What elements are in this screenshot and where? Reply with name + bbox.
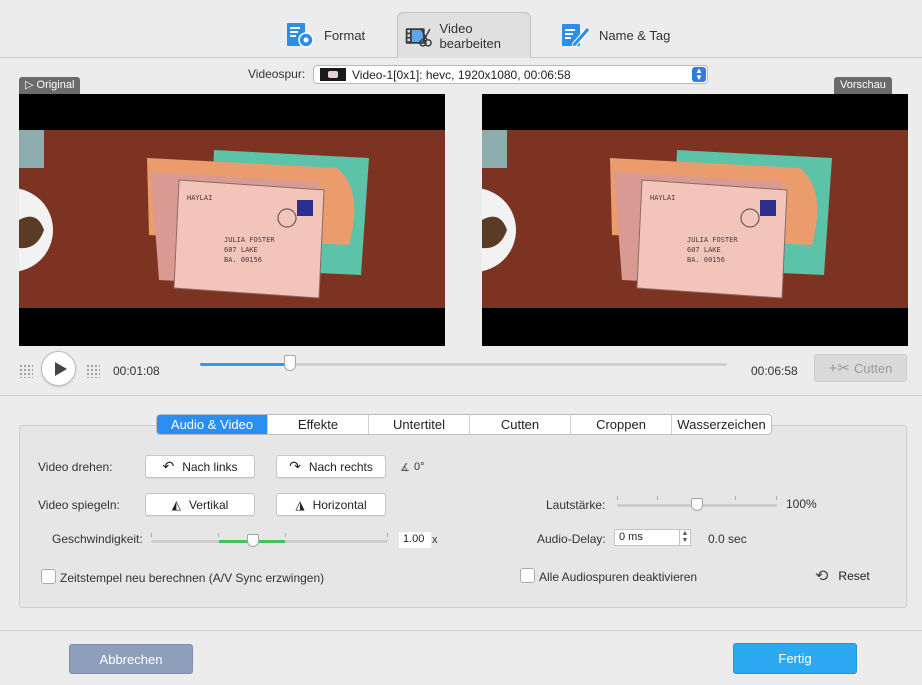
audio-delay-value: 0 ms	[619, 531, 643, 543]
tab-audio-video[interactable]: Audio & Video	[157, 415, 267, 434]
edit-tabs: Audio & Video Effekte Untertitel Cutten …	[156, 414, 772, 435]
svg-text:HAYLAI: HAYLAI	[650, 194, 675, 202]
current-time: 00:01:08	[113, 364, 160, 378]
tab-name-tag-label: Name & Tag	[599, 27, 671, 43]
total-time: 00:06:58	[751, 364, 798, 378]
play-button[interactable]	[41, 351, 76, 386]
done-button[interactable]: Fertig	[733, 643, 857, 674]
video-track-label: Videospur:	[248, 67, 306, 81]
cut-button-label: Cutten	[854, 360, 893, 376]
disable-audio-checkbox[interactable]	[520, 568, 535, 583]
seek-progress	[200, 363, 290, 366]
cut-button[interactable]: +✂ Cutten	[814, 354, 907, 382]
svg-text:JULIA FOSTER: JULIA FOSTER	[687, 236, 738, 244]
svg-text:607 LAKE: 607 LAKE	[687, 246, 721, 254]
rotate-left-icon: ↶	[162, 458, 175, 474]
stepper-icon[interactable]: ▲ ▼	[679, 530, 690, 545]
select-chevron-icon: ▲ ▼	[692, 67, 706, 82]
rotate-right-icon: ↷	[289, 458, 301, 474]
seek-bar[interactable]	[200, 355, 727, 371]
preview-tag: Vorschau	[834, 77, 892, 94]
tab-watermark[interactable]: Wasserzeichen	[671, 415, 771, 434]
tab-name-tag[interactable]: Name & Tag	[553, 12, 676, 58]
divider	[0, 395, 922, 396]
tab-crop[interactable]: Croppen	[570, 415, 671, 434]
speed-tick	[285, 533, 286, 537]
svg-text:BA. 00156: BA. 00156	[224, 256, 262, 264]
rotation-value: 0°	[414, 461, 425, 473]
track-thumbnail	[320, 68, 346, 81]
original-tag: ▷ Original	[19, 77, 81, 94]
volume-tick	[735, 496, 736, 500]
audio-delay-label: Audio-Delay:	[537, 532, 606, 546]
reset-button[interactable]: ⟲ Reset	[815, 566, 870, 586]
mirror-vertical-label: Vertikal	[188, 497, 229, 512]
volume-tick	[617, 496, 618, 500]
tab-video-edit-label: Video bearbeiten	[439, 20, 501, 51]
svg-text:JULIA FOSTER: JULIA FOSTER	[224, 236, 275, 244]
disable-audio-checkbox-label[interactable]: Alle Audiospuren deaktivieren	[539, 570, 697, 584]
cancel-button[interactable]: Abbrechen	[69, 644, 193, 674]
tab-subtitles[interactable]: Untertitel	[368, 415, 469, 434]
speed-tick	[387, 533, 388, 537]
mirror-vertical-button[interactable]: ◭ Vertikal	[145, 493, 255, 516]
original-video-frame: HAYLAI JULIA FOSTER 607 LAKE BA. 00156	[19, 94, 445, 346]
rotate-right-label: Nach rechts	[308, 459, 373, 474]
tab-cut[interactable]: Cutten	[469, 415, 570, 434]
original-label: Original	[36, 79, 75, 91]
video-track-select[interactable]: Video-1[0x1]: hevc, 1920x1080, 00:06:58 …	[313, 65, 708, 84]
history-icon: ⟲	[815, 568, 829, 585]
timestamp-checkbox[interactable]	[41, 569, 56, 584]
mirror-horizontal-label: Horizontal	[312, 497, 367, 512]
audio-delay-input[interactable]: 0 ms ▲ ▼	[614, 529, 691, 546]
play-outline-icon: ▷	[25, 79, 37, 91]
video-edit-icon	[405, 27, 432, 47]
volume-value: 100%	[786, 497, 817, 511]
video-track-value: Video-1[0x1]: hevc, 1920x1080, 00:06:58	[352, 67, 571, 82]
speed-value[interactable]: 1.00	[399, 532, 431, 548]
seek-thumb[interactable]	[283, 355, 296, 371]
rotate-label: Video drehen:	[38, 460, 113, 474]
svg-text:607 LAKE: 607 LAKE	[224, 246, 258, 254]
preview-label: Vorschau	[840, 79, 886, 91]
format-settings-icon	[287, 23, 314, 48]
footer-divider	[0, 630, 922, 631]
drag-handle-left-icon[interactable]	[19, 364, 33, 378]
mirror-horizontal-button[interactable]: ◮ Horizontal	[276, 493, 386, 516]
preview-video-image: HAYLAI JULIA FOSTER 607 LAKE BA. 00156	[482, 130, 908, 308]
volume-tick	[776, 496, 777, 500]
flip-vertical-icon: ◭	[171, 497, 181, 512]
rotate-left-label: Nach links	[182, 459, 238, 474]
volume-slider-thumb[interactable]	[691, 498, 703, 511]
add-scissors-icon: +✂	[828, 360, 850, 377]
volume-label: Lautstärke:	[546, 498, 606, 512]
audio-delay-seconds: 0.0 sec	[708, 532, 747, 546]
speed-tick	[218, 533, 219, 537]
main-toolbar: Format Video bearbeiten Name & Tag	[0, 0, 922, 58]
timestamp-checkbox-label[interactable]: Zeitstempel neu berechnen (A/V Sync erzw…	[60, 571, 324, 585]
reset-label: Reset	[838, 569, 870, 583]
tab-video-edit[interactable]: Video bearbeiten	[397, 12, 531, 58]
volume-tick	[657, 496, 658, 500]
speed-label: Geschwindigkeit:	[52, 532, 143, 546]
speed-tick	[151, 533, 152, 537]
tab-format[interactable]: Format	[278, 12, 371, 58]
preview-video-frame: HAYLAI JULIA FOSTER 607 LAKE BA. 00156	[482, 94, 908, 346]
speed-slider-thumb[interactable]	[246, 534, 259, 547]
rotate-left-button[interactable]: ↶ Nach links	[145, 455, 255, 478]
name-tag-icon	[562, 24, 591, 48]
angle-icon: ∡	[400, 462, 410, 474]
speed-unit: x	[432, 534, 438, 546]
drag-handle-right-icon[interactable]	[86, 364, 100, 378]
tab-effects[interactable]: Effekte	[267, 415, 368, 434]
flip-horizontal-icon: ◮	[295, 497, 305, 512]
rotate-right-button[interactable]: ↷ Nach rechts	[276, 455, 386, 478]
svg-text:HAYLAI: HAYLAI	[187, 194, 212, 202]
svg-text:BA. 00156: BA. 00156	[687, 256, 725, 264]
tab-format-label: Format	[324, 27, 366, 43]
speed-slider[interactable]	[151, 540, 388, 543]
original-video-image: HAYLAI JULIA FOSTER 607 LAKE BA. 00156	[19, 130, 445, 308]
mirror-label: Video spiegeln:	[38, 498, 120, 512]
